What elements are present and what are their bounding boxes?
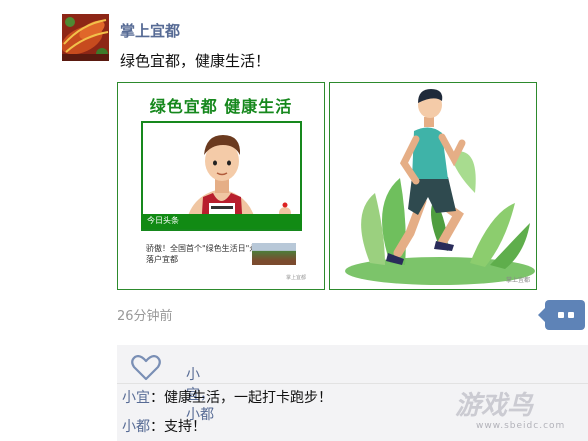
comment-author[interactable]: 小都	[122, 419, 150, 435]
news-headline: 骄傲！全国首个"绿色生活日"永久落户宜都	[146, 244, 266, 264]
source-tag: 掌上宜都	[286, 275, 307, 281]
comment-text: 健康生活，一起打卡跑步！	[164, 390, 332, 406]
post-text: 绿色宜都，健康生活！	[120, 52, 271, 70]
source-tag: 掌上宜都	[506, 277, 531, 284]
avatar[interactable]	[62, 14, 109, 61]
heart-outline-icon[interactable]	[131, 355, 161, 381]
news-thumbnail	[252, 243, 296, 265]
headline-band: 今日头条	[141, 214, 302, 229]
image-card-runner[interactable]: 掌上宜都	[329, 82, 537, 290]
band-label: 今日头条	[147, 216, 179, 225]
post-timestamp: 26分钟前	[117, 309, 173, 324]
comment-item[interactable]: 小宜：健康生活，一起打卡跑步！	[122, 387, 332, 407]
dot-icon	[558, 312, 564, 318]
watermark-url: www.sbeidc.com	[476, 421, 566, 431]
image-card-green-life[interactable]: 绿色宜都 健康生活 今日头条 骄傲！全国首个"绿色生活日"永久落户宜都 掌上宜都	[117, 82, 325, 290]
dot-icon	[568, 312, 574, 318]
post-author[interactable]: 掌上宜都	[120, 20, 180, 41]
comment-item[interactable]: 小都：支持！	[122, 416, 206, 436]
comment-author[interactable]: 小宜	[122, 390, 150, 406]
comment-separator: ：	[150, 390, 164, 406]
more-actions-button[interactable]	[538, 300, 585, 330]
comment-separator: ：	[150, 419, 164, 435]
watermark-logo: 游戏鸟	[455, 391, 534, 421]
card-title: 绿色宜都 健康生活	[149, 97, 293, 116]
runner-illustration	[330, 83, 536, 289]
comment-text: 支持！	[164, 419, 206, 435]
divider	[117, 383, 588, 384]
